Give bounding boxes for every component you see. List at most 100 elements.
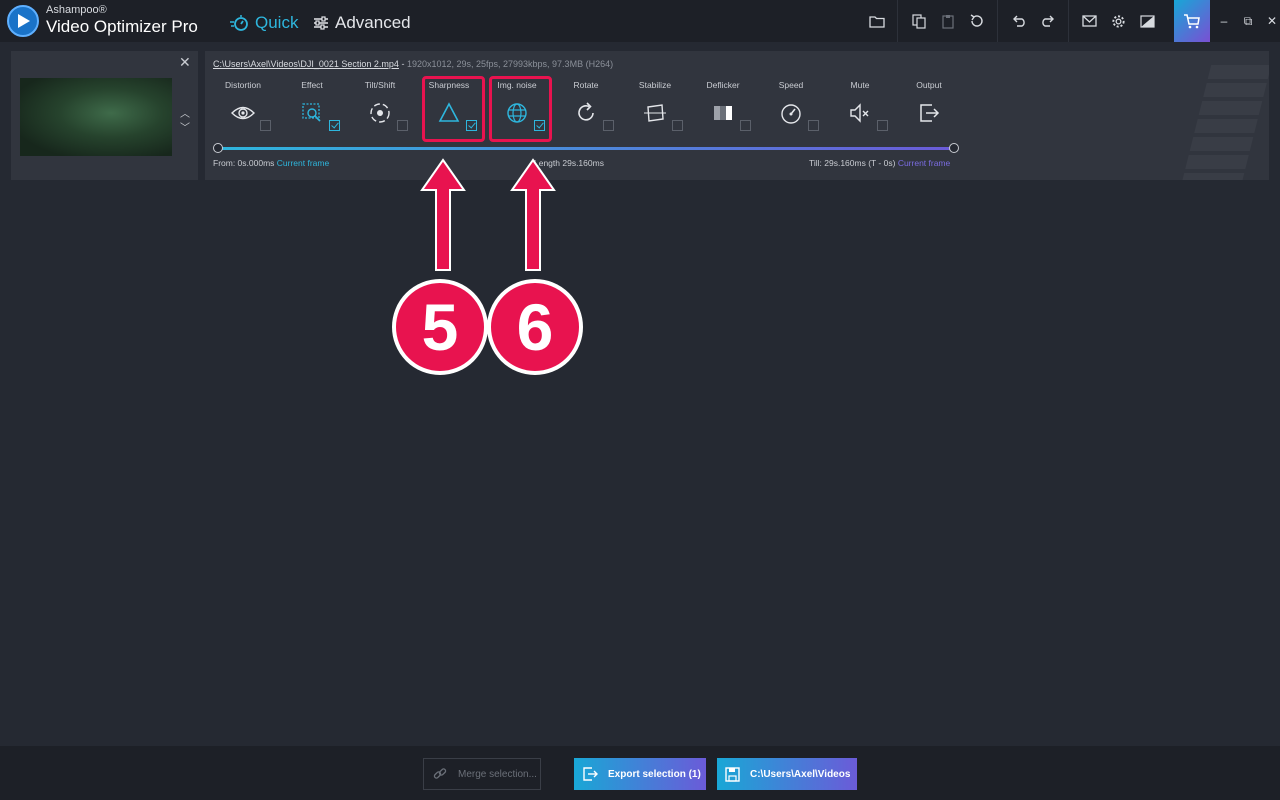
app-title: Video Optimizer Pro	[46, 17, 198, 36]
export-selection-button[interactable]: Export selection (1)	[574, 758, 706, 790]
move-down-icon[interactable]: ﹀	[180, 119, 190, 134]
tool-checkbox[interactable]	[808, 120, 819, 131]
tool-mute[interactable]: Mute	[825, 80, 895, 131]
move-up-icon[interactable]: ︿	[180, 105, 190, 120]
paste-button[interactable]	[933, 0, 962, 42]
clip-file-info: C:\Users\Axel\Videos\DJI_0021 Section 2.…	[213, 59, 613, 69]
tool-checkbox[interactable]	[672, 120, 683, 131]
toolbar-divider	[1068, 0, 1069, 42]
toolbar	[862, 0, 1162, 42]
tool-label: Output	[916, 80, 942, 90]
filmstrip-decoration	[1178, 65, 1269, 180]
reset-button[interactable]	[962, 0, 991, 42]
mode-quick-label: Quick	[255, 13, 299, 32]
tool-label: Speed	[778, 80, 804, 90]
tiltshift-icon	[368, 101, 392, 125]
toolbar-divider	[997, 0, 998, 42]
bottom-bar: Merge selection... Export selection (1) …	[0, 746, 1280, 800]
shop-button[interactable]	[1174, 0, 1210, 42]
tool-stabilize[interactable]: Stabilize	[620, 80, 690, 131]
clip-info-separator: -	[398, 59, 407, 69]
mode-advanced-tab[interactable]: Advanced	[313, 13, 411, 33]
save-disk-icon	[725, 766, 740, 782]
from-label: From: 0s.000ms	[213, 158, 275, 168]
title-bar: Ashampoo® Video Optimizer Pro Quick Adva…	[0, 0, 1280, 42]
folder-icon	[868, 15, 885, 28]
contact-button[interactable]	[1075, 0, 1104, 42]
tool-effect[interactable]: Effect	[277, 80, 347, 131]
gear-icon	[1112, 14, 1125, 28]
till-current-frame-link[interactable]: Current frame	[898, 158, 950, 168]
mute-icon	[848, 101, 872, 125]
tool-label: Stabilize	[638, 80, 672, 90]
timeline-from: From: 0s.000ms Current frame	[213, 158, 329, 168]
mail-icon	[1082, 15, 1097, 27]
link-icon	[433, 768, 447, 779]
minimize-icon[interactable]: –	[1212, 14, 1236, 28]
clip-meta: 1920x1012, 29s, 25fps, 27993kbps, 97.3MB…	[406, 59, 614, 69]
redo-icon	[1041, 15, 1054, 27]
tool-checkbox[interactable]	[603, 120, 614, 131]
annotation-arrow-5	[420, 158, 466, 271]
till-label: Till: 29s.160ms (T - 0s)	[809, 158, 896, 168]
mode-quick-tab[interactable]: Quick	[229, 13, 298, 33]
tool-tiltshift[interactable]: Tilt/Shift	[345, 80, 415, 131]
timeline-till: Till: 29s.160ms (T - 0s) Current frame	[809, 158, 950, 168]
rotate-icon	[574, 101, 598, 125]
eye-icon	[231, 101, 255, 125]
skin-button[interactable]	[1133, 0, 1162, 42]
tool-checkbox[interactable]	[260, 120, 271, 131]
merge-selection-button[interactable]: Merge selection...	[423, 758, 541, 790]
output-folder-label: C:\Users\Axel\Videos	[750, 768, 851, 780]
effect-icon	[300, 101, 324, 125]
tool-output[interactable]: Output	[894, 80, 964, 122]
tool-label: Distortion	[225, 80, 261, 90]
clipboard-icon	[941, 14, 954, 29]
annotation-arrow-6	[510, 158, 556, 271]
tool-deflicker[interactable]: Deflicker	[688, 80, 758, 131]
speedometer-icon	[779, 101, 803, 125]
clip-file-link[interactable]: C:\Users\Axel\Videos\DJI_0021 Section 2.…	[213, 59, 399, 69]
tool-checkbox[interactable]	[877, 120, 888, 131]
timeline-end-handle[interactable]	[949, 143, 959, 153]
from-current-frame-link[interactable]: Current frame	[277, 158, 329, 168]
undo-button[interactable]	[1004, 0, 1033, 42]
tool-rotate[interactable]: Rotate	[551, 80, 621, 131]
theme-icon	[1140, 14, 1155, 28]
app-logo-icon	[7, 5, 39, 37]
deflicker-icon	[711, 101, 735, 125]
clip-settings-panel: C:\Users\Axel\Videos\DJI_0021 Section 2.…	[205, 51, 1269, 180]
quick-stopwatch-icon	[230, 15, 248, 31]
timeline-track[interactable]	[213, 143, 959, 153]
output-folder-button[interactable]: C:\Users\Axel\Videos	[717, 758, 857, 790]
tool-checkbox[interactable]	[740, 120, 751, 131]
open-folder-button[interactable]	[862, 0, 891, 42]
restore-icon[interactable]: ⧉	[1236, 14, 1260, 29]
tool-checkbox[interactable]	[397, 120, 408, 131]
cart-icon	[1184, 14, 1200, 29]
tool-speed[interactable]: Speed	[756, 80, 826, 131]
annotation-badge-6: 6	[487, 279, 583, 375]
mode-advanced-label: Advanced	[335, 13, 411, 32]
close-window-icon[interactable]: ✕	[1260, 14, 1280, 28]
export-selection-label: Export selection (1)	[608, 768, 701, 780]
export-icon	[583, 767, 598, 781]
tool-checkbox[interactable]	[329, 120, 340, 131]
tool-label: Deflicker	[706, 80, 740, 90]
redo-button[interactable]	[1033, 0, 1062, 42]
remove-clip-icon[interactable]: ✕	[179, 54, 191, 71]
clip-thumbnail-panel: ✕ ︿ ﹀	[11, 51, 198, 180]
timeline-start-handle[interactable]	[213, 143, 223, 153]
output-icon	[917, 101, 941, 125]
window-controls: – ⧉ ✕	[1212, 0, 1280, 42]
sliders-icon	[314, 16, 328, 30]
annotation-badge-5: 5	[392, 279, 488, 375]
settings-button[interactable]	[1104, 0, 1133, 42]
tool-label: Rotate	[573, 80, 599, 90]
tool-distortion[interactable]: Distortion	[208, 80, 278, 131]
copy-button[interactable]	[904, 0, 933, 42]
highlight-sharpness	[422, 76, 485, 142]
stabilize-icon	[643, 101, 667, 125]
merge-selection-label: Merge selection...	[458, 768, 537, 780]
clip-thumbnail[interactable]	[20, 78, 172, 156]
